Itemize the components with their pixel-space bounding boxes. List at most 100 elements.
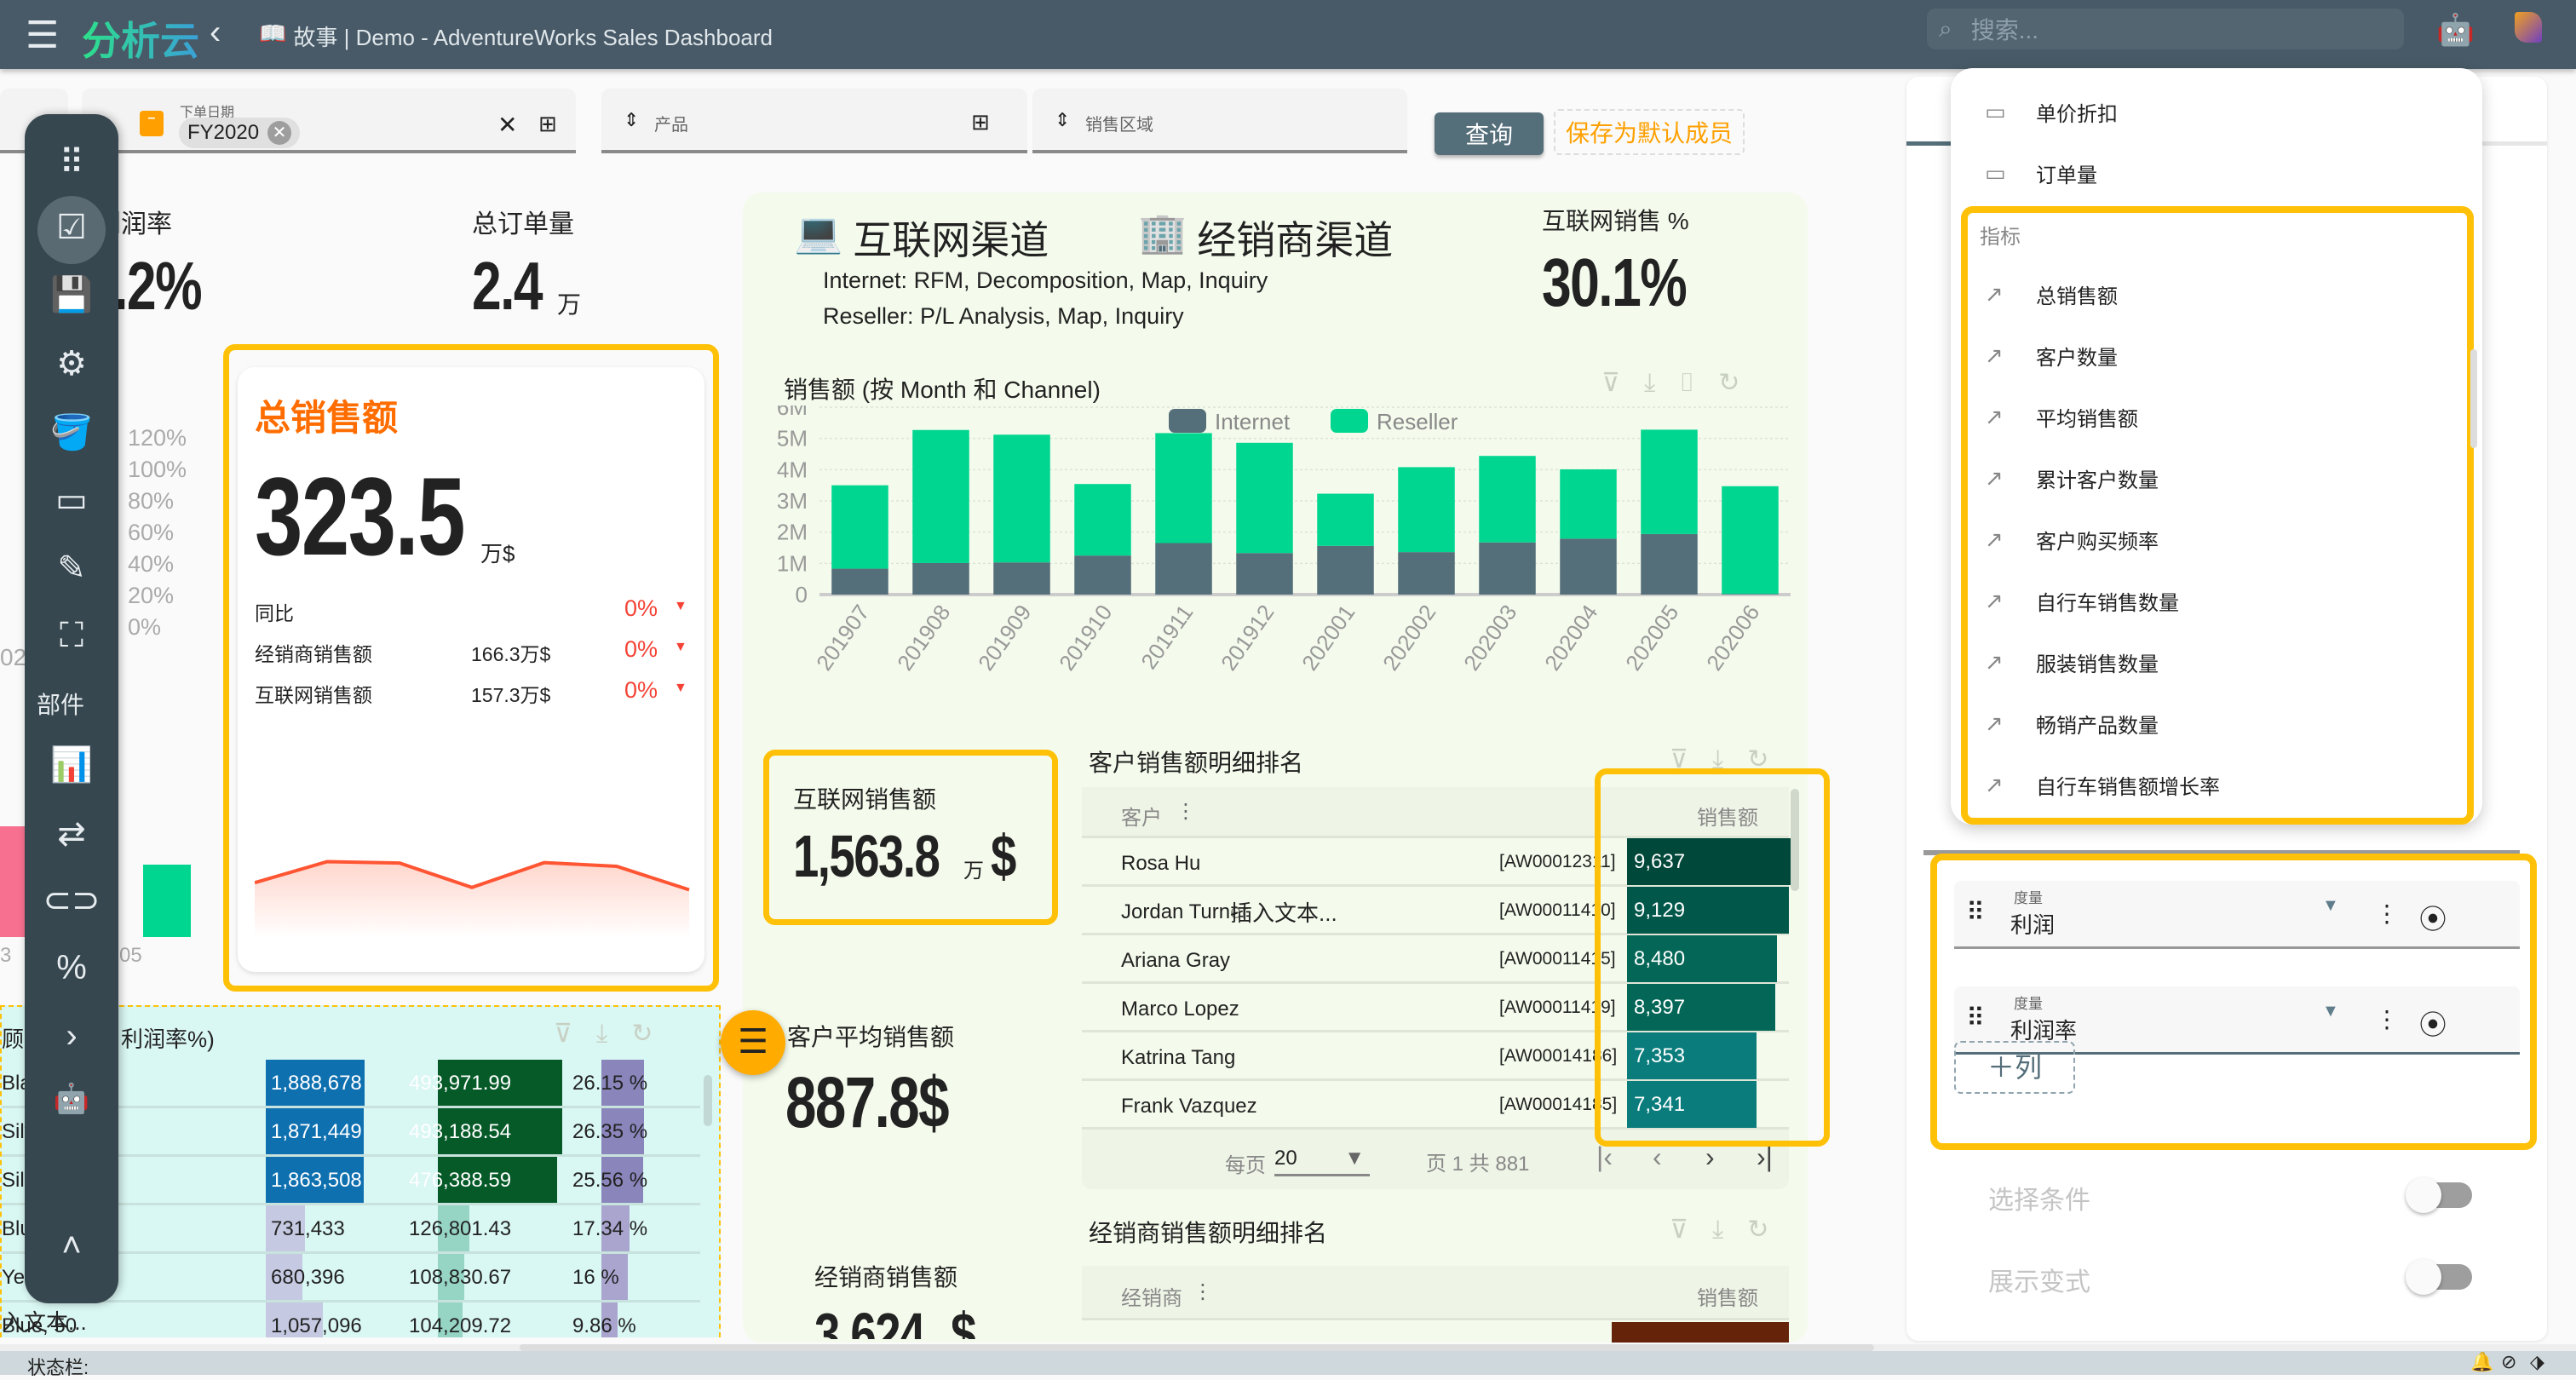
metric-menu-item[interactable]: ↗ 总销售额 bbox=[1985, 279, 2118, 309]
robot-assistant-icon[interactable]: 🤖 bbox=[2436, 12, 2475, 48]
directions-icon[interactable]: ⬗ bbox=[2530, 1351, 2544, 1373]
bar-internet-202006[interactable] bbox=[1722, 594, 1779, 595]
legend-label[interactable]: Reseller bbox=[1377, 409, 1458, 434]
date-filter[interactable]: – 下单日期 FY2020 ✕ ✕ ⊞ bbox=[82, 89, 576, 153]
insert-text-placeholder[interactable]: 插入文本... bbox=[1230, 896, 1337, 928]
metric-menu-item[interactable]: ↗ 自行车销售额增长率 bbox=[1985, 770, 2220, 800]
bar-internet-202002[interactable] bbox=[1398, 552, 1455, 595]
column-header-customer[interactable]: 客户 bbox=[1121, 801, 1162, 831]
metric-menu-item[interactable]: ↗ 畅销产品数量 bbox=[1985, 709, 2159, 739]
table-row[interactable]: Blue, 50 1,057,096 104,209.72 9.86 % bbox=[2, 1302, 700, 1337]
expand-right-icon[interactable]: › bbox=[25, 1017, 118, 1055]
clear-icon[interactable]: ✕ bbox=[497, 111, 517, 139]
download-icon[interactable]: ⤓ bbox=[596, 1020, 607, 1048]
percent-icon[interactable]: % bbox=[25, 949, 118, 987]
bar-reseller-202006[interactable] bbox=[1722, 486, 1779, 595]
filter-icon[interactable]: ⊽ bbox=[554, 1020, 572, 1048]
column-menu-icon[interactable]: ⋮ bbox=[1193, 1279, 1213, 1304]
query-button[interactable]: 查询 bbox=[1435, 112, 1544, 155]
insert-text-placeholder[interactable]: 入文本... bbox=[2, 1305, 87, 1337]
devices-icon[interactable]: ▭ bbox=[25, 480, 118, 520]
bar-reseller-202005[interactable] bbox=[1641, 429, 1698, 534]
bar-internet-202003[interactable] bbox=[1479, 542, 1536, 595]
hierarchy-icon[interactable]: ⊞ bbox=[971, 109, 990, 135]
sync-off-icon[interactable]: ⊘ bbox=[2501, 1351, 2516, 1373]
refresh-icon[interactable]: ↻ bbox=[1718, 369, 1739, 397]
per-page-select[interactable]: 20 ▼ bbox=[1274, 1147, 1370, 1176]
dropdown-scrollbar[interactable] bbox=[2470, 349, 2477, 448]
add-chart-icon[interactable]: 📊 bbox=[25, 745, 118, 785]
bar-reseller-202001[interactable] bbox=[1317, 493, 1374, 546]
drag-handle-icon[interactable]: ⠿ bbox=[25, 143, 118, 182]
bar-reseller-201907[interactable] bbox=[831, 485, 888, 569]
bar-reseller-201911[interactable] bbox=[1155, 433, 1212, 543]
menu-item[interactable]: ▭ 订单量 bbox=[1985, 158, 2097, 188]
radio-target-icon[interactable]: ⦿ bbox=[2419, 898, 2447, 937]
bar-internet-201910[interactable] bbox=[1074, 555, 1131, 595]
region-filter[interactable]: ⇕ 销售区域 bbox=[1032, 89, 1407, 153]
metric-menu-item[interactable]: ↗ 自行车销售数量 bbox=[1985, 586, 2179, 616]
dropdown-arrow-icon[interactable]: ▼ bbox=[2322, 896, 2339, 916]
bar-internet-201912[interactable] bbox=[1236, 553, 1293, 595]
dropdown-arrow-icon[interactable]: ▼ bbox=[2322, 1002, 2339, 1021]
show-variant-toggle[interactable] bbox=[2406, 1259, 2472, 1295]
bar-internet-201907[interactable] bbox=[831, 568, 888, 595]
refresh-icon[interactable]: ↻ bbox=[1747, 1216, 1768, 1244]
bar-internet-202004[interactable] bbox=[1560, 538, 1617, 595]
bar-reseller-201908[interactable] bbox=[912, 429, 969, 563]
chip-remove-icon[interactable]: ✕ bbox=[267, 121, 292, 145]
bar-reseller-201910[interactable] bbox=[1074, 484, 1131, 556]
bar-internet-201908[interactable] bbox=[912, 562, 969, 595]
add-column-button[interactable]: ＋列 bbox=[1954, 1041, 2075, 1094]
collapse-up-icon[interactable]: ˄ bbox=[25, 1227, 118, 1265]
column-header-sales[interactable]: 销售额 bbox=[1697, 1281, 1758, 1311]
fullscreen-icon[interactable]: ⛶ bbox=[25, 617, 118, 655]
radio-target-icon[interactable]: ⦿ bbox=[2419, 1003, 2447, 1043]
internet-sales-highlight[interactable]: 互联网销售额 1,563.8 万 $ bbox=[763, 750, 1058, 925]
bar-internet-202005[interactable] bbox=[1641, 533, 1698, 595]
widget-menu-button[interactable]: ☰ bbox=[721, 1010, 785, 1075]
column-menu-icon[interactable]: ⋮ bbox=[1176, 799, 1196, 824]
camera-icon[interactable]: ⌷ bbox=[1679, 369, 1694, 397]
bar-internet-201909[interactable] bbox=[993, 562, 1050, 595]
menu-item[interactable]: ▭ 单价折扣 bbox=[1985, 97, 2118, 127]
search-input[interactable]: ⌕ 搜索... bbox=[1927, 9, 2404, 49]
fy2020-chip[interactable]: FY2020 ✕ bbox=[179, 118, 301, 148]
table-scrollbar[interactable] bbox=[704, 1075, 712, 1126]
hierarchy-icon[interactable]: ⊞ bbox=[538, 111, 557, 137]
refresh-icon[interactable]: ↻ bbox=[631, 1020, 653, 1048]
metric-menu-item[interactable]: ↗ 平均销售额 bbox=[1985, 402, 2138, 432]
column-header-reseller[interactable]: 经销商 bbox=[1121, 1281, 1182, 1311]
drag-handle-icon[interactable]: ⠿ bbox=[1966, 898, 1985, 928]
metric-menu-item[interactable]: ↗ 累计客户数量 bbox=[1985, 463, 2159, 493]
bar-reseller-201912[interactable] bbox=[1236, 442, 1293, 554]
robot-icon[interactable]: 🤖 bbox=[25, 1082, 118, 1116]
brand-feather-icon[interactable] bbox=[2515, 12, 2542, 43]
legend-label[interactable]: Internet bbox=[1215, 409, 1291, 434]
filter-icon[interactable]: ⊽ bbox=[1601, 369, 1620, 397]
download-icon[interactable]: ⤓ bbox=[1644, 369, 1655, 397]
bar-reseller-202002[interactable] bbox=[1398, 467, 1455, 553]
metric-menu-item[interactable]: ↗ 客户购买频率 bbox=[1985, 525, 2159, 555]
toggle-widget-icon[interactable]: ⊂⊃ bbox=[25, 881, 118, 920]
filter-icon[interactable]: ⊽ bbox=[1670, 1216, 1688, 1244]
save-icon[interactable]: 💾 bbox=[25, 274, 118, 314]
horizontal-scrollbar[interactable] bbox=[520, 1344, 1874, 1351]
alarm-icon[interactable]: 🔔 bbox=[2470, 1351, 2493, 1373]
column-field[interactable]: ⠿ 度量 利润 ▼ ⋮ ⦿ bbox=[1954, 881, 2520, 949]
design-tools-icon[interactable]: ✎ bbox=[25, 549, 118, 588]
checkbox-widget-icon[interactable]: ☑ bbox=[25, 208, 118, 247]
bar-reseller-202003[interactable] bbox=[1479, 456, 1536, 543]
bar-reseller-201909[interactable] bbox=[993, 434, 1050, 563]
bar-internet-202001[interactable] bbox=[1317, 545, 1374, 595]
metric-menu-item[interactable]: ↗ 客户数量 bbox=[1985, 341, 2118, 371]
save-default-button[interactable]: 保存为默认成员 bbox=[1554, 109, 1745, 155]
settings-icon[interactable]: ⚙ bbox=[25, 344, 118, 383]
download-icon[interactable]: ⤓ bbox=[1712, 1216, 1723, 1244]
drag-handle-icon[interactable]: ⠿ bbox=[1966, 1003, 1985, 1033]
bar-reseller-202004[interactable] bbox=[1560, 469, 1617, 539]
menu-icon[interactable]: ☰ bbox=[26, 14, 59, 57]
more-vert-icon[interactable]: ⋮ bbox=[2375, 900, 2399, 928]
bar-internet-201911[interactable] bbox=[1155, 543, 1212, 595]
product-filter[interactable]: ⇕ 产品 ⊞ bbox=[601, 89, 1027, 153]
